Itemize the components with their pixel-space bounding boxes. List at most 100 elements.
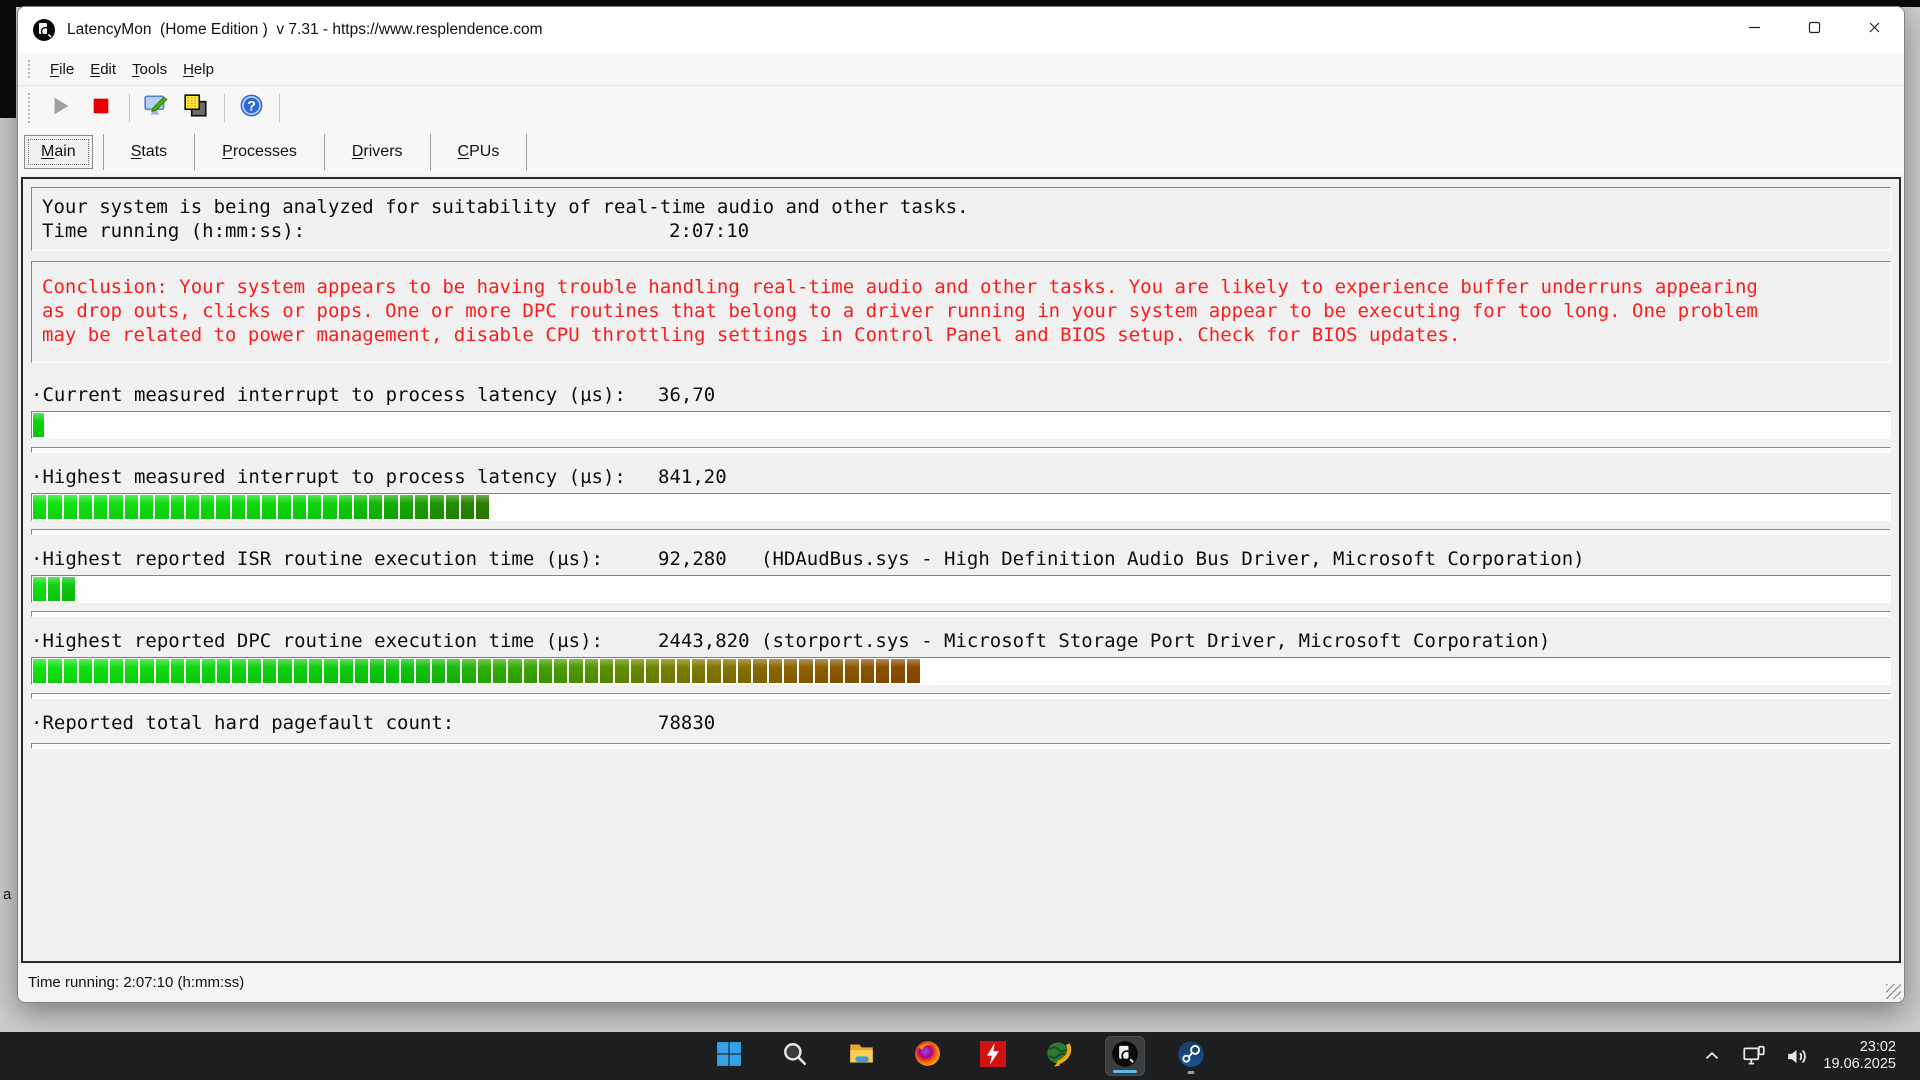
status-time-running: Time running: 2:07:10 (h:mm:ss) [28, 974, 244, 991]
meter-bar-segment [524, 659, 537, 683]
meter-bar-segment [186, 659, 199, 683]
meter-row: ·Reported total hard pagefault count:788… [31, 711, 1891, 749]
meter-bar-segment [355, 659, 368, 683]
meter-bar-segment [202, 659, 215, 683]
meter-bar-segment [125, 659, 138, 683]
meter-bar-segment [64, 659, 77, 683]
meter-bar-segment [278, 495, 291, 519]
meter-bar-track [31, 575, 1891, 603]
meter-bar-track [31, 411, 1891, 439]
menu-item-edit[interactable]: Edit [82, 58, 124, 81]
lightning-app-icon [980, 1041, 1006, 1072]
meter-text-line: ·Highest measured interrupt to process l… [31, 465, 1891, 489]
meter-bar-segment [891, 659, 904, 683]
meter-bar-segment [156, 659, 169, 683]
meter-label: ·Highest measured interrupt to process l… [31, 465, 658, 489]
tab-stats[interactable]: Stats [114, 135, 184, 169]
meter-bar-segment [48, 495, 61, 519]
meter-bar-segment [217, 659, 230, 683]
menu-item-tools[interactable]: Tools [124, 58, 175, 81]
meter-bar-segment [401, 659, 414, 683]
meter-row: ·Current measured interrupt to process l… [31, 383, 1891, 453]
meter-text-line: ·Highest reported ISR routine execution … [31, 547, 1891, 571]
meter-bar-segment [861, 659, 874, 683]
meter-bar-segment [707, 659, 720, 683]
toolbar-play-button[interactable] [44, 91, 78, 125]
meter-bar-fill [33, 577, 77, 601]
meter-text-line: ·Highest reported DPC routine execution … [31, 629, 1891, 653]
meter-bar-segment [140, 659, 153, 683]
meter-groove-line [31, 447, 1891, 453]
menu-item-help[interactable]: Help [175, 58, 222, 81]
meter-groove-line [31, 529, 1891, 535]
minimize-button[interactable] [1724, 7, 1784, 53]
taskbar-icon-steam[interactable] [1171, 1036, 1211, 1076]
meter-bar-fill [33, 413, 46, 437]
tab-separator [324, 134, 325, 170]
meter-groove-line [31, 611, 1891, 617]
menu-bar: FileEditToolsHelp [18, 53, 1904, 85]
toolbar-stop-button[interactable] [84, 91, 118, 125]
meter-row: ·Highest measured interrupt to process l… [31, 465, 1891, 535]
meter-bar-fill [33, 495, 491, 519]
meter-bar-segment [94, 495, 107, 519]
taskbar-icon-firefox[interactable] [907, 1036, 947, 1076]
resize-grip-icon[interactable] [1886, 984, 1901, 999]
meter-row: ·Highest reported DPC routine execution … [31, 629, 1891, 699]
meter-bar-segment [293, 495, 306, 519]
tab-drivers[interactable]: Drivers [335, 135, 420, 169]
tab-main[interactable]: Main [24, 135, 93, 169]
conclusion-line: as drop outs, clicks or pops. One or mor… [42, 299, 1880, 323]
meters-list: ·Current measured interrupt to process l… [31, 383, 1891, 749]
meter-bar-segment [94, 659, 107, 683]
taskbar-icon-file-explorer[interactable] [841, 1036, 881, 1076]
toolbar-analyze-report-button[interactable] [139, 91, 173, 125]
tab-processes[interactable]: Processes [205, 135, 314, 169]
tab-separator [194, 134, 195, 170]
taskbar-icon-latencymon[interactable] [1105, 1036, 1145, 1076]
meter-bar-segment [262, 495, 275, 519]
tab-cpus[interactable]: CPUs [441, 135, 517, 169]
volume-icon[interactable] [1781, 1041, 1811, 1071]
tab-separator [103, 134, 104, 170]
meter-bar-segment [615, 659, 628, 683]
meter-bar-segment [309, 659, 322, 683]
taskbar-icon-lightning-app[interactable] [973, 1036, 1013, 1076]
close-button[interactable] [1844, 7, 1904, 53]
menu-item-file[interactable]: File [42, 58, 82, 81]
network-icon[interactable] [1739, 1041, 1769, 1071]
meter-bar-segment [155, 495, 168, 519]
taskbar-clock[interactable]: 23:02 19.06.2025 [1823, 1039, 1896, 1073]
title-bar[interactable]: LatencyMon (Home Edition ) v 7.31 - http… [18, 7, 1904, 53]
taskbar-icon-globe-downloader[interactable] [1039, 1036, 1079, 1076]
meter-bar-segment [64, 495, 77, 519]
conclusion-line: may be related to power management, disa… [42, 323, 1880, 347]
maximize-icon [1808, 21, 1821, 39]
tray-chevron-up-icon[interactable] [1697, 1041, 1727, 1071]
window-title: LatencyMon (Home Edition ) v 7.31 - http… [67, 21, 543, 39]
meter-bar-segment [416, 659, 429, 683]
copy-report-icon [183, 93, 209, 124]
meter-bar-segment [447, 659, 460, 683]
meter-text-line: ·Reported total hard pagefault count:788… [31, 711, 1891, 735]
toolbar-copy-report-button[interactable] [179, 91, 213, 125]
maximize-button[interactable] [1784, 7, 1844, 53]
meter-bar-segment [232, 495, 245, 519]
meter-bar-segment [493, 659, 506, 683]
meter-row: ·Highest reported ISR routine execution … [31, 547, 1891, 617]
toolbar-help-button[interactable]: ? [234, 91, 268, 125]
meter-bar-track [31, 493, 1891, 521]
tab-separator [526, 134, 527, 170]
tab-bar: Main Stats Processes Drivers CPUs [18, 130, 1904, 174]
taskbar-icon-start-menu[interactable] [709, 1036, 749, 1076]
meter-value: 841,20 [658, 465, 761, 489]
search-icon [782, 1041, 808, 1072]
conclusion-line: Conclusion: Your system appears to be ha… [42, 275, 1880, 299]
meter-bar-segment [845, 659, 858, 683]
clock-date: 19.06.2025 [1823, 1056, 1896, 1073]
meter-value: 36,70 [658, 383, 761, 407]
meter-driver-info: (storport.sys - Microsoft Storage Port D… [761, 629, 1550, 653]
meter-bar-segment [723, 659, 736, 683]
taskbar-icon-search[interactable] [775, 1036, 815, 1076]
meter-bar-segment [201, 495, 214, 519]
